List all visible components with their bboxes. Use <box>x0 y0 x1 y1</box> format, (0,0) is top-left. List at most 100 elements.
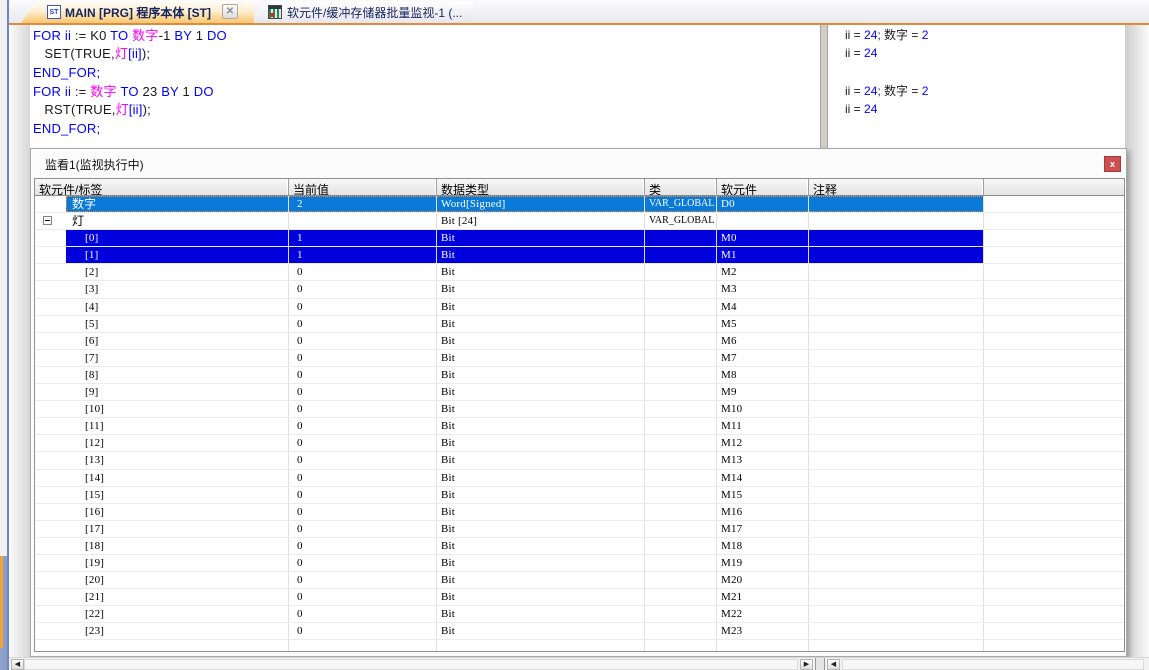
watch-row[interactable]: [2]0BitM2 <box>35 264 1124 281</box>
watch-row[interactable]: [18]0BitM18 <box>35 538 1124 555</box>
watch-row[interactable]: 灯Bit [24]VAR_GLOBAL <box>35 213 1124 230</box>
watch-row[interactable]: [0]1BitM0 <box>35 230 1124 247</box>
watch-row[interactable]: [13]0BitM13 <box>35 452 1124 469</box>
col-header-comment[interactable]: 注释 <box>809 179 984 195</box>
watch-close-button[interactable]: x <box>1104 156 1121 172</box>
row-current-value: 0 <box>289 435 437 451</box>
row-data-type: Bit <box>437 538 645 554</box>
watch-row[interactable]: [22]0BitM22 <box>35 606 1124 623</box>
watch-row[interactable]: [9]0BitM9 <box>35 384 1124 401</box>
row-comment <box>809 333 984 349</box>
row-filler <box>984 367 1124 383</box>
row-class <box>645 418 717 434</box>
scroll-left2-icon[interactable]: ◀ <box>827 659 840 670</box>
col-header-class[interactable]: 类 <box>645 179 717 195</box>
row-filler <box>984 504 1124 520</box>
watch-row[interactable]: [12]0BitM12 <box>35 435 1124 452</box>
row-device: M8 <box>717 367 809 383</box>
row-current-value: 0 <box>289 555 437 571</box>
row-label: [23] <box>67 623 289 639</box>
watch-row[interactable]: [10]0BitM10 <box>35 401 1124 418</box>
row-label: [12] <box>67 435 289 451</box>
tree-indent-cell <box>35 299 67 315</box>
row-label: 数字 <box>67 196 289 212</box>
tab-monitor-label: 软元件/缓冲存储器批量监视-1 (... <box>287 4 462 21</box>
watch-row[interactable]: [20]0BitM20 <box>35 572 1124 589</box>
row-comment <box>809 230 984 246</box>
watch-row[interactable]: [14]0BitM14 <box>35 470 1124 487</box>
row-class <box>645 487 717 503</box>
row-current-value: 1 <box>289 247 437 263</box>
tab-device-buffer-monitor[interactable]: 软元件/缓冲存储器批量监视-1 (... <box>256 1 473 23</box>
tree-indent-cell <box>35 470 67 486</box>
row-device: M17 <box>717 521 809 537</box>
row-comment <box>809 213 984 229</box>
row-class: VAR_GLOBAL <box>645 196 717 212</box>
col-header-current-value[interactable]: 当前值 <box>289 179 437 195</box>
watch-row[interactable]: [16]0BitM16 <box>35 504 1124 521</box>
code-line: FOR ii := 数字 TO 23 BY 1 DO <box>33 82 214 101</box>
watch-row[interactable]: [7]0BitM7 <box>35 350 1124 367</box>
scroll-right-icon[interactable]: ▶ <box>800 659 813 670</box>
tree-indent-cell <box>35 384 67 400</box>
code-line: SET(TRUE,灯[ii]); <box>33 44 150 63</box>
empty-stub-row <box>35 640 1124 652</box>
watch-row[interactable]: 数字2Word[Signed]VAR_GLOBALD0 <box>35 196 1124 213</box>
row-comment <box>809 196 984 212</box>
scroll-left-icon[interactable]: ◀ <box>11 659 24 670</box>
watch-row[interactable]: [4]0BitM4 <box>35 299 1124 316</box>
row-label: [20] <box>67 572 289 588</box>
row-label: [10] <box>67 401 289 417</box>
row-comment <box>809 452 984 468</box>
watch-row[interactable]: [1]1BitM1 <box>35 247 1124 264</box>
row-label: [13] <box>67 452 289 468</box>
row-device: M0 <box>717 230 809 246</box>
watch-row[interactable]: [11]0BitM11 <box>35 418 1124 435</box>
col-header-data-type[interactable]: 数据类型 <box>437 179 645 195</box>
watch-row[interactable]: [5]0BitM5 <box>35 316 1124 333</box>
monitor-line: ii = 24; 数字 = 2 <box>845 82 928 101</box>
tree-indent-cell <box>35 572 67 588</box>
row-current-value: 0 <box>289 572 437 588</box>
row-label: [16] <box>67 504 289 520</box>
watch-row[interactable]: [21]0BitM21 <box>35 589 1124 606</box>
row-filler <box>984 572 1124 588</box>
row-comment <box>809 281 984 297</box>
watch-row[interactable]: [15]0BitM15 <box>35 487 1124 504</box>
scrollbar-thumb2[interactable] <box>842 659 1144 670</box>
col-header-device[interactable]: 软元件 <box>717 179 809 195</box>
watch-row[interactable]: [23]0BitM23 <box>35 623 1124 640</box>
row-current-value: 0 <box>289 367 437 383</box>
row-device: M15 <box>717 487 809 503</box>
col-header-device-label[interactable]: 软元件/标签 <box>35 179 289 195</box>
watch-row[interactable]: [17]0BitM17 <box>35 521 1124 538</box>
row-device: M13 <box>717 452 809 468</box>
st-document-icon: ST <box>47 5 61 19</box>
watch-row[interactable]: [19]0BitM19 <box>35 555 1124 572</box>
row-comment <box>809 555 984 571</box>
row-filler <box>984 452 1124 468</box>
tree-indent-cell <box>35 281 67 297</box>
row-data-type: Bit <box>437 316 645 332</box>
watch-window[interactable]: 监看1(监视执行中) x 软元件/标签 当前值 数据类型 类 软元件 注释 数字… <box>30 148 1127 657</box>
row-comment <box>809 572 984 588</box>
row-filler <box>984 470 1124 486</box>
row-class <box>645 333 717 349</box>
horizontal-scrollbar[interactable]: ◀ ▶ ◀ <box>9 657 1149 670</box>
tab-close-icon[interactable]: ✕ <box>222 4 238 19</box>
row-device: M19 <box>717 555 809 571</box>
scrollbar-thumb[interactable] <box>24 659 798 670</box>
row-filler <box>984 487 1124 503</box>
scrollbar-pane-splitter[interactable] <box>815 658 825 670</box>
row-filler <box>984 623 1124 639</box>
row-data-type: Bit <box>437 470 645 486</box>
collapse-expander-icon[interactable] <box>43 216 52 225</box>
watch-row[interactable]: [8]0BitM8 <box>35 367 1124 384</box>
row-device: D0 <box>717 196 809 212</box>
tab-main-prg-st[interactable]: ST MAIN [PRG] 程序本体 [ST] <box>21 1 254 23</box>
watch-row[interactable]: [3]0BitM3 <box>35 281 1124 298</box>
watch-row[interactable]: [6]0BitM6 <box>35 333 1124 350</box>
row-filler <box>984 435 1124 451</box>
row-data-type: Bit <box>437 384 645 400</box>
row-filler <box>984 281 1124 297</box>
